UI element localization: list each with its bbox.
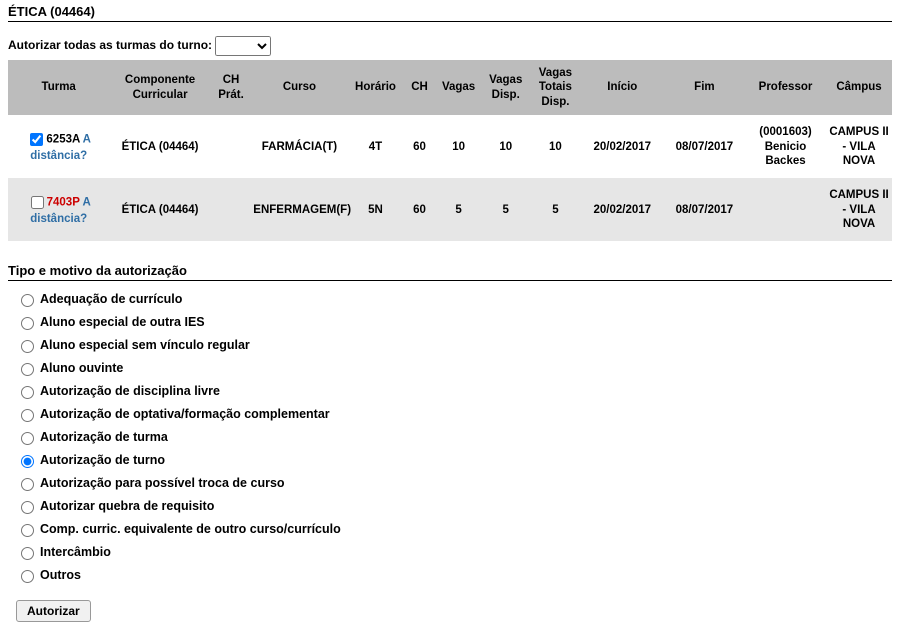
reason-label[interactable]: Aluno especial de outra IES [40,315,205,329]
cell-professor: (0001603) Benicio Backes [745,115,826,178]
reason-row: Outros [16,567,892,583]
reason-radio[interactable] [21,294,34,307]
reason-row: Aluno especial de outra IES [16,314,892,330]
authorize-button[interactable]: Autorizar [16,600,91,622]
cell-fim: 08/07/2017 [664,115,745,178]
th-professor: Professor [745,60,826,115]
th-chprat: CH Prát. [211,60,252,115]
page-title: ÉTICA (04464) [8,4,892,22]
reason-row: Autorização para possível troca de curso [16,475,892,491]
reason-label[interactable]: Autorização de turma [40,430,168,444]
reason-radio[interactable] [21,317,34,330]
reason-row: Aluno especial sem vínculo regular [16,337,892,353]
cell-professor [745,178,826,241]
reason-radio[interactable] [21,455,34,468]
th-componente: Componente Curricular [109,60,210,115]
reason-row: Autorização de turno [16,452,892,468]
reason-radio[interactable] [21,524,34,537]
th-turma: Turma [8,60,109,115]
reason-row: Autorização de turma [16,429,892,445]
cell-componente: ÉTICA (04464) [109,178,210,241]
reason-row: Autorização de optativa/formação complem… [16,406,892,422]
turmas-table: Turma Componente Curricular CH Prát. Cur… [8,60,892,241]
reason-radio[interactable] [21,547,34,560]
reason-label[interactable]: Autorizar quebra de requisito [40,499,214,513]
reason-row: Autorização de disciplina livre [16,383,892,399]
th-ch: CH [403,60,435,115]
reason-label[interactable]: Comp. curric. equivalente de outro curso… [40,522,341,536]
reason-row: Adequação de currículo [16,291,892,307]
reason-label[interactable]: Autorização de optativa/formação complem… [40,407,330,421]
cell-vagas: 10 [436,115,482,178]
cell-campus: CAMPUS II - VILA NOVA [826,178,892,241]
reason-radio[interactable] [21,432,34,445]
reason-label[interactable]: Aluno especial sem vínculo regular [40,338,250,352]
bulk-authorize-label: Autorizar todas as turmas do turno: [8,38,212,52]
turma-checkbox[interactable] [31,196,44,209]
cell-horario: 5N [348,178,404,241]
reason-radio[interactable] [21,340,34,353]
th-horario: Horário [348,60,404,115]
reason-row: Autorizar quebra de requisito [16,498,892,514]
reason-label[interactable]: Autorização de disciplina livre [40,384,220,398]
cell-vagas: 5 [436,178,482,241]
reason-row: Comp. curric. equivalente de outro curso… [16,521,892,537]
th-vagasdisp: Vagas Disp. [481,60,530,115]
cell-fim: 08/07/2017 [664,178,745,241]
table-row: 6253A A distância?ÉTICA (04464)FARMÁCIA(… [8,115,892,178]
cell-vagasTotaisDisp: 5 [530,178,581,241]
reason-label[interactable]: Outros [40,568,81,582]
reason-radio[interactable] [21,409,34,422]
reason-radio[interactable] [21,501,34,514]
reason-radio[interactable] [21,363,34,376]
reason-label[interactable]: Autorização para possível troca de curso [40,476,285,490]
cell-inicio: 20/02/2017 [581,115,664,178]
cell-curso: ENFERMAGEM(F) [251,178,347,241]
cell-campus: CAMPUS II - VILA NOVA [826,115,892,178]
section-title: Tipo e motivo da autorização [8,263,892,281]
th-fim: Fim [664,60,745,115]
reason-radio[interactable] [21,386,34,399]
table-row: 7403P A distância?ÉTICA (04464)ENFERMAGE… [8,178,892,241]
reasons-list: Adequação de currículo Aluno especial de … [8,291,892,583]
bulk-turno-select[interactable] [215,36,271,56]
turma-code: 7403P [47,197,80,209]
reason-radio[interactable] [21,570,34,583]
th-vagas: Vagas [436,60,482,115]
reason-label[interactable]: Intercâmbio [40,545,111,559]
cell-chprat [211,115,252,178]
cell-curso: FARMÁCIA(T) [251,115,347,178]
reason-label[interactable]: Adequação de currículo [40,292,182,306]
bulk-authorize-row: Autorizar todas as turmas do turno: [8,36,892,56]
cell-inicio: 20/02/2017 [581,178,664,241]
cell-ch: 60 [403,178,435,241]
turma-checkbox[interactable] [30,133,43,146]
cell-horario: 4T [348,115,404,178]
th-campus: Câmpus [826,60,892,115]
cell-vagasTotaisDisp: 10 [530,115,581,178]
cell-componente: ÉTICA (04464) [109,115,210,178]
cell-vagasDisp: 5 [481,178,530,241]
cell-vagasDisp: 10 [481,115,530,178]
reason-radio[interactable] [21,478,34,491]
reason-label[interactable]: Autorização de turno [40,453,165,467]
th-curso: Curso [251,60,347,115]
reason-row: Aluno ouvinte [16,360,892,376]
reason-label[interactable]: Aluno ouvinte [40,361,123,375]
th-vagastotais: Vagas Totais Disp. [530,60,581,115]
cell-ch: 60 [403,115,435,178]
reason-row: Intercâmbio [16,544,892,560]
turma-code: 6253A [46,134,79,146]
th-inicio: Início [581,60,664,115]
cell-chprat [211,178,252,241]
